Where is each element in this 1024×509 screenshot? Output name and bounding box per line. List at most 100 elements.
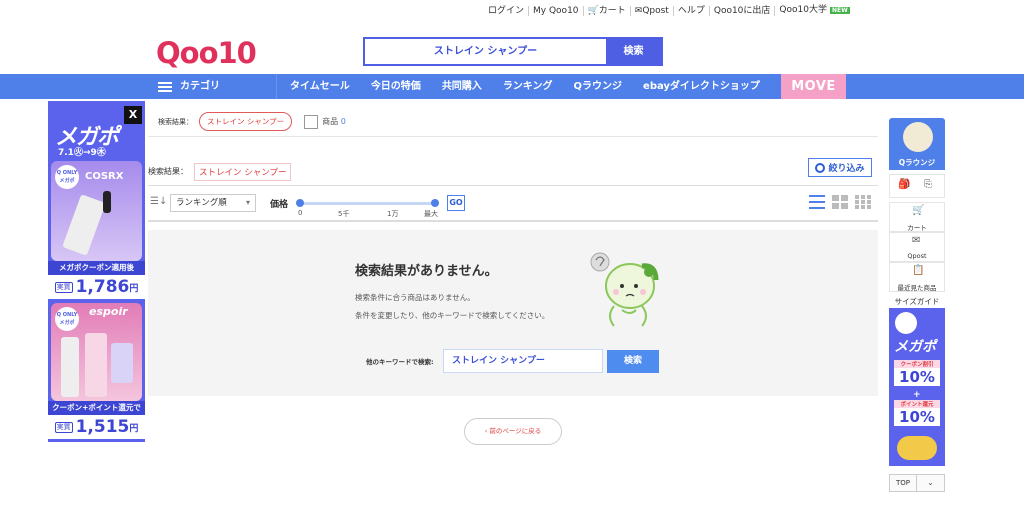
ad-price: 実質 1,786 円 — [48, 275, 145, 299]
coin-icon — [897, 436, 937, 460]
keyword-tag[interactable]: ストレイン シャンプー — [194, 162, 292, 181]
rail-recent-label: 最近見た商品 — [897, 284, 937, 292]
top-links: ログイン My Qoo10 🛒カート ✉Qpost ヘルプ Qoo10に出店 Q… — [484, 5, 854, 16]
list-view-icon[interactable] — [809, 195, 825, 209]
q-lounge-widget[interactable]: Qラウンジ — [889, 118, 945, 170]
mail-icon: ✉ — [912, 235, 921, 246]
price-tag: 実質 — [54, 281, 73, 293]
qonly-sub: メガポ — [59, 320, 75, 326]
narrow-label: 絞り込み — [828, 164, 865, 174]
nav-group-buy[interactable]: 共同購入 — [442, 74, 482, 99]
filter-bar: 検索結果： ストレイン シャンプー 絞り込み — [148, 158, 878, 186]
my-qoo10-link[interactable]: My Qoo10 — [529, 5, 584, 16]
back-button[interactable]: ‹ 前のページに戻る — [464, 418, 562, 445]
nav-move[interactable]: MOVE — [781, 74, 846, 99]
coupon-icon[interactable]: 🎒 — [898, 179, 910, 190]
nav-q-lounge[interactable]: Qラウンジ — [574, 74, 623, 99]
share-icon[interactable]: ⎘ — [924, 179, 932, 190]
logo-rest: oo10 — [179, 36, 257, 70]
close-icon[interactable]: X — [124, 106, 142, 124]
qpost-link[interactable]: ✉Qpost — [631, 5, 674, 16]
nav-time-sale[interactable]: タイムセール — [290, 74, 350, 99]
qonly-label: Q ONLY — [56, 312, 78, 318]
university-link[interactable]: Qoo10大学 NEW — [775, 5, 853, 16]
hamburger-icon — [158, 81, 172, 92]
sort-value: ランキング順 — [176, 198, 227, 208]
left-ad-banner[interactable]: X メガポ 7.1㊋→9㊍ Q ONLY メガポ COSRX メガポクーポン適用後… — [48, 101, 145, 442]
cart-link[interactable]: 🛒カート — [584, 5, 631, 16]
brand-espoir: espoir — [89, 305, 128, 318]
gallery-view-icon[interactable] — [855, 195, 871, 209]
other-keyword-label: 他のキーワードで検索: — [366, 358, 434, 366]
keyword-pill[interactable]: ストレイン シャンプー — [199, 112, 293, 131]
points-label: ポイント還元 — [894, 400, 940, 408]
no-result-heading: 検索結果がありません。 — [355, 264, 498, 279]
price-slider-track[interactable] — [300, 202, 436, 205]
result-summary: 検索結果： ストレイン シャンプー 商品 0 — [148, 107, 878, 137]
grid-view-icon[interactable] — [832, 195, 848, 209]
sort-icon: ☰↓ — [150, 196, 168, 207]
price-tick: 0 — [298, 209, 303, 217]
price-value: 1,515 — [75, 417, 130, 437]
main-nav: カテゴリ タイムセール 今日の特価 共同購入 ランキング Qラウンジ ebayダ… — [0, 74, 1024, 99]
category-label: カテゴリ — [180, 81, 220, 92]
rail-cart[interactable]: 🛒 カート — [889, 202, 945, 232]
ad-strip: クーポン+ポイント還元で — [48, 401, 145, 415]
other-keyword-search-button[interactable]: 検索 — [607, 350, 659, 373]
back-label: 前のページに戻る — [489, 427, 542, 435]
nav-items: タイムセール 今日の特価 共同購入 ランキング Qラウンジ ebayダイレクトシ… — [290, 74, 781, 99]
other-keyword-input[interactable]: ストレイン シャンプー — [443, 349, 603, 373]
rail-qpost[interactable]: ✉ Qpost — [889, 232, 945, 262]
narrow-down-button[interactable]: 絞り込み — [808, 158, 872, 177]
size-guide-link[interactable]: サイズガイド — [889, 296, 945, 307]
price-tag: 実質 — [54, 421, 73, 433]
price-filter-label: 価格 — [270, 200, 289, 210]
palette-icon — [903, 122, 933, 152]
price-slider-max-handle[interactable] — [431, 199, 439, 207]
cart-link-label: カート — [598, 5, 626, 16]
qpost-link-label: Qpost — [642, 5, 669, 16]
points-value: 10% — [899, 408, 935, 426]
search-bar: ストレイン シャンプー 検索 — [363, 37, 663, 66]
price-slider-min-handle[interactable] — [296, 199, 304, 207]
ad-product-card: Q ONLY メガポ espoir — [51, 303, 142, 401]
ad-points: ポイント還元 10% — [894, 400, 940, 426]
filter-label: 検索結果： — [148, 167, 188, 176]
no-result-message: 検索条件に合う商品はありません。 — [355, 293, 475, 302]
price-go-button[interactable]: GO — [447, 195, 465, 211]
right-ad-banner[interactable]: メガポ クーポン割引 10% + ポイント還元 10% — [889, 308, 945, 466]
product-image — [61, 337, 79, 397]
q-lounge-label: Qラウンジ — [898, 158, 936, 167]
quick-icons: 🎒 ⎘ — [889, 174, 945, 198]
plus-sign: + — [913, 390, 921, 400]
scroll-top-button[interactable]: TOP — [889, 474, 917, 492]
help-link[interactable]: ヘルプ — [674, 5, 710, 16]
box-icon — [304, 114, 319, 129]
product-image — [62, 194, 106, 256]
price-yen: 円 — [129, 283, 139, 294]
category-menu[interactable]: カテゴリ — [158, 74, 220, 99]
price-yen: 円 — [129, 423, 139, 434]
nav-ebay-direct[interactable]: ebayダイレクトショップ — [643, 74, 760, 99]
price-tick: 最大 — [424, 210, 438, 218]
search-button[interactable]: 検索 — [606, 39, 661, 64]
confused-mascot-icon — [590, 252, 659, 327]
qoo10-logo[interactable]: Qoo10 — [156, 36, 257, 70]
result-label: 検索結果： — [158, 117, 193, 126]
sort-bar: ☰↓ ランキング順 ▾ 価格 0 5千 1万 最大 GO — [148, 190, 878, 222]
no-result-panel: 検索結果がありません。 検索条件に合う商品はありません。 条件を変更したり、他の… — [148, 230, 878, 396]
chevron-down-icon: ▾ — [245, 198, 250, 207]
chevron-down-icon[interactable]: ⌄ — [917, 474, 945, 492]
nav-ranking[interactable]: ランキング — [503, 74, 553, 99]
nav-today-special[interactable]: 今日の特価 — [371, 74, 421, 99]
search-input[interactable]: ストレイン シャンプー — [365, 39, 606, 64]
rail-recent[interactable]: 📋 最近見た商品 — [889, 262, 945, 292]
seller-link[interactable]: Qoo10に出店 — [710, 5, 776, 16]
qonly-badge: Q ONLY メガポ — [55, 307, 79, 331]
login-link[interactable]: ログイン — [484, 5, 530, 16]
qonly-label: Q ONLY — [56, 170, 78, 176]
sort-dropdown[interactable]: ランキング順 ▾ — [170, 194, 256, 212]
rail-qpost-label: Qpost — [907, 252, 927, 260]
ad-price: 実質 1,515 円 — [48, 415, 145, 439]
count-label: 商品 — [322, 117, 339, 126]
